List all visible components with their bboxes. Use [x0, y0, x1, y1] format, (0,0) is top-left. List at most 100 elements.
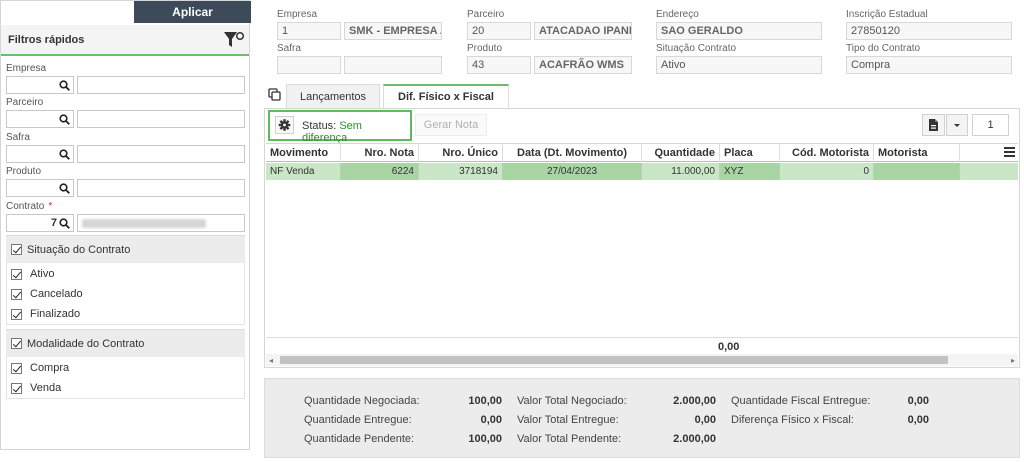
contrato-label-text: Contrato — [6, 201, 45, 212]
status-label: Status: Sem diferença — [302, 120, 410, 144]
apply-button[interactable]: Aplicar — [134, 1, 251, 23]
diferenca-fisico-fiscal-value: 0,00 — [907, 414, 929, 426]
option-cancelado[interactable]: Cancelado — [11, 288, 83, 300]
contrato-code-input[interactable]: 7 — [6, 214, 74, 232]
column-header-data-movimento[interactable]: Data (Dt. Movimento) — [503, 144, 642, 162]
total-quantidade: 0,00 — [718, 341, 740, 353]
option-venda[interactable]: Venda — [11, 382, 61, 394]
tipo-contrato-label: Tipo do Contrato — [846, 43, 921, 54]
scroll-left-icon[interactable]: ◂ — [269, 356, 273, 365]
search-icon[interactable] — [59, 183, 70, 194]
parceiro-filter-label: Parceiro — [6, 97, 44, 108]
modalidade-contrato-group-header[interactable]: Modalidade do Contrato — [6, 329, 245, 357]
column-header-nro-nota[interactable]: Nro. Nota — [341, 144, 419, 162]
column-header-placa[interactable]: Placa — [720, 144, 780, 162]
quick-filters-title: Filtros rápidos — [8, 34, 85, 46]
quick-filters-panel: Aplicar Filtros rápidos Empresa Parceiro… — [0, 0, 251, 450]
safra-code-field — [277, 56, 341, 74]
search-icon[interactable] — [59, 218, 70, 229]
page-number-input[interactable]: 1 — [972, 114, 1009, 136]
gerar-nota-button[interactable]: Gerar Nota — [415, 114, 487, 136]
cell-movimento: NF Venda — [266, 163, 341, 180]
table-row[interactable]: NF Venda 6224 3718194 27/04/2023 11.000,… — [266, 163, 1018, 180]
qtd-fiscal-entregue-value: 0,00 — [907, 395, 929, 407]
export-file-icon — [929, 119, 938, 131]
modalidade-group-checkbox[interactable] — [11, 338, 22, 349]
safra-code-input[interactable] — [6, 145, 74, 163]
situacao-group-title: Situação do Contrato — [27, 243, 131, 256]
required-marker: * — [48, 201, 53, 212]
produto-code-input[interactable] — [6, 179, 74, 197]
valor-pendente-label: Valor Total Pendente: — [517, 433, 622, 445]
inscricao-field: 27850120 — [846, 22, 1012, 40]
produto-label: Produto — [467, 43, 503, 54]
table-header: Movimento Nro. Nota Nro. Único Data (Dt.… — [266, 143, 1018, 162]
copy-icon[interactable] — [268, 88, 281, 101]
inscricao-label: Inscrição Estadual — [846, 9, 928, 20]
compra-checkbox[interactable] — [11, 362, 22, 374]
qtd-entregue-value: 0,00 — [480, 414, 502, 426]
cancelado-label: Cancelado — [30, 288, 83, 300]
empresa-label: Empresa — [277, 9, 318, 20]
search-icon[interactable] — [59, 80, 70, 91]
filter-settings-icon[interactable] — [223, 30, 245, 50]
column-menu-icon[interactable] — [1004, 147, 1015, 157]
caret-down-icon — [954, 124, 960, 127]
situacao-group-checkbox[interactable] — [11, 244, 22, 255]
situacao-label: Situação Contrato — [656, 43, 737, 54]
option-compra[interactable]: Compra — [11, 362, 69, 374]
search-icon[interactable] — [59, 149, 70, 160]
compra-label: Compra — [30, 362, 70, 374]
horizontal-scrollbar[interactable]: ◂ ▸ — [266, 354, 1018, 366]
produto-description-field[interactable] — [77, 179, 245, 197]
valor-negociado-value: 2.000,00 — [673, 395, 716, 407]
parceiro-code-field: 20 — [467, 22, 531, 40]
parceiro-code-input[interactable] — [6, 110, 74, 128]
option-ativo[interactable]: Ativo — [11, 268, 54, 280]
column-header-motorista[interactable]: Motorista — [874, 144, 960, 162]
column-header-cod-motorista[interactable]: Cód. Motorista — [780, 144, 874, 162]
qtd-negociada-value: 100,00 — [468, 395, 502, 407]
column-header-nro-unico[interactable]: Nro. Único — [419, 144, 503, 162]
finalizado-checkbox[interactable] — [11, 308, 22, 320]
empresa-filter-label: Empresa — [6, 63, 47, 74]
finalizado-label: Finalizado — [30, 308, 81, 320]
safra-description-field[interactable] — [77, 145, 245, 163]
valor-entregue-value: 0,00 — [694, 414, 716, 426]
venda-checkbox[interactable] — [11, 382, 22, 394]
empresa-code-input[interactable] — [6, 76, 74, 94]
safra-label: Safra — [277, 43, 301, 54]
redacted-text — [82, 219, 206, 228]
valor-negociado-label: Valor Total Negociado: — [517, 395, 627, 407]
tab-dif-fisico-fiscal[interactable]: Dif. Físico x Fiscal — [383, 84, 509, 108]
qtd-pendente-label: Quantidade Pendente: — [304, 433, 415, 445]
situacao-field: Ativo — [656, 56, 822, 74]
column-header-movimento[interactable]: Movimento — [266, 144, 341, 162]
table-footer — [266, 337, 1018, 354]
diferenca-fisico-fiscal-label: Diferença Físico x Fiscal: — [731, 414, 854, 426]
search-icon[interactable] — [59, 114, 70, 125]
export-dropdown-button[interactable] — [946, 114, 968, 136]
produto-name-field: ACAFRÃO WMS — [534, 56, 632, 74]
contrato-description-field[interactable] — [77, 214, 245, 232]
status-box: Status: Sem diferença — [268, 110, 412, 144]
column-header-quantidade[interactable]: Quantidade — [642, 144, 720, 162]
empresa-description-field[interactable] — [77, 76, 245, 94]
produto-code-field: 43 — [467, 56, 531, 74]
qtd-negociada-label: Quantidade Negociada: — [304, 395, 420, 407]
scrollbar-thumb[interactable] — [280, 356, 948, 364]
situacao-contrato-group-header[interactable]: Situação do Contrato — [6, 235, 245, 263]
quick-filters-header: Filtros rápidos — [1, 25, 249, 56]
scroll-right-icon[interactable]: ▸ — [1011, 356, 1015, 365]
cell-cod-motorista: 0 — [780, 163, 874, 180]
qtd-pendente-value: 100,00 — [468, 433, 502, 445]
option-finalizado[interactable]: Finalizado — [11, 308, 80, 320]
settings-button[interactable] — [275, 116, 294, 134]
cancelado-checkbox[interactable] — [11, 288, 22, 300]
export-button[interactable] — [922, 114, 945, 136]
cell-motorista — [874, 163, 960, 180]
tab-lancamentos[interactable]: Lançamentos — [286, 84, 380, 108]
parceiro-description-field[interactable] — [77, 110, 245, 128]
ativo-checkbox[interactable] — [11, 268, 22, 280]
empresa-name-field: SMK - EMPRESA A — [344, 22, 442, 40]
